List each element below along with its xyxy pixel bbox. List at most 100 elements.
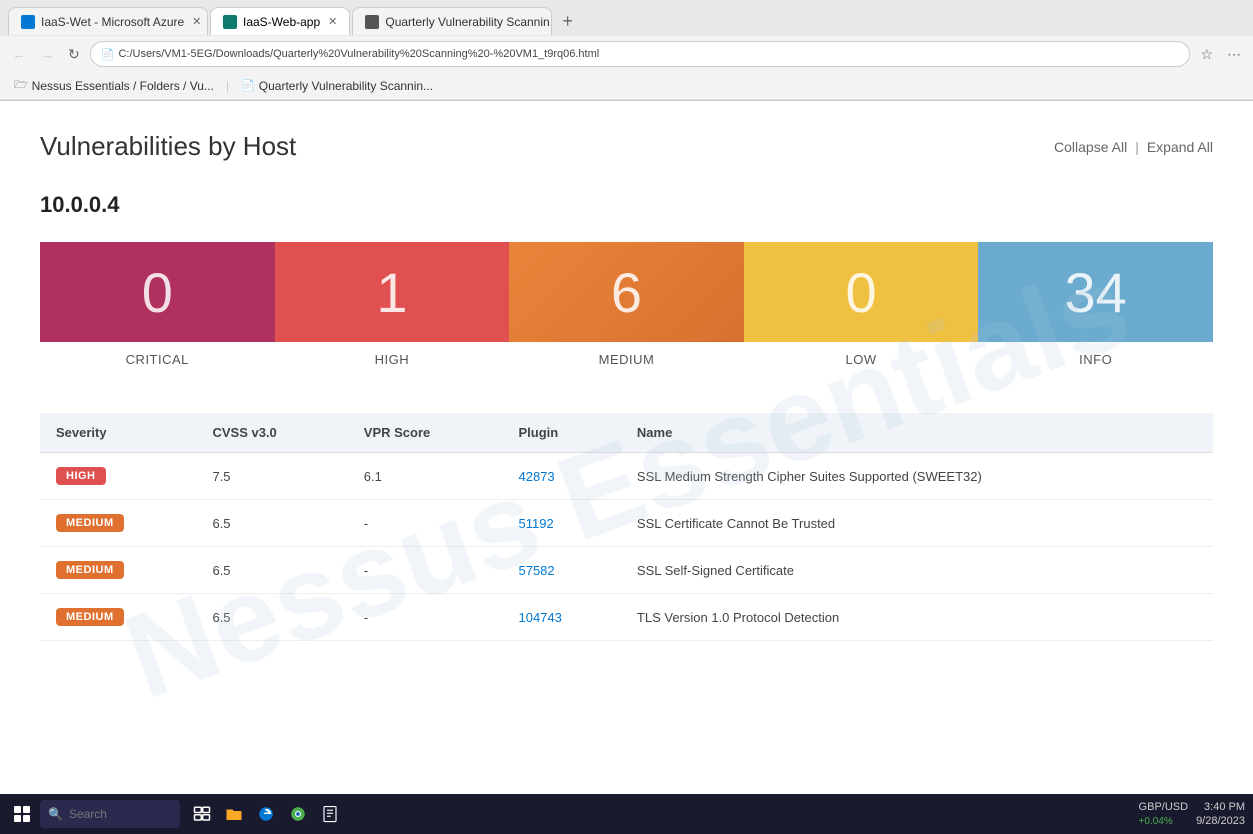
high-label: HIGH — [375, 342, 410, 377]
tab-label-webapp: IaaS-Web-app — [243, 15, 320, 29]
url-text: C:/Users/VM1-5EG/Downloads/Quarterly%20V… — [118, 48, 599, 60]
tab-label-azure: IaaS-Wet - Microsoft Azure — [41, 15, 184, 29]
cell-severity-3: MEDIUM — [40, 594, 196, 641]
cell-name-3: TLS Version 1.0 Protocol Detection — [621, 594, 1213, 641]
taskbar-time: 3:40 PM — [1204, 800, 1245, 814]
lock-icon: 📄 — [101, 48, 115, 61]
card-info: 34 INFO — [978, 242, 1213, 377]
address-bar: ← → ↻ 📄 C:/Users/VM1-5EG/Downloads/Quart… — [0, 36, 1253, 72]
cell-plugin-0[interactable]: 42873 — [502, 453, 620, 500]
bookmark-label-quarterly: Quarterly Vulnerability Scannin... — [259, 79, 433, 93]
taskbar-tray: GBP/USD +0.04% 3:40 PM 9/28/2023 — [1139, 800, 1245, 829]
bookmark-label-nessus: Nessus Essentials / Folders / Vu... — [32, 79, 214, 93]
plugin-link-1[interactable]: 51192 — [518, 516, 553, 531]
table-header-row: Severity CVSS v3.0 VPR Score Plugin Name — [40, 413, 1213, 453]
bookmark-separator: | — [226, 79, 229, 93]
cell-cvss-3: 6.5 — [196, 594, 347, 641]
tab-azure[interactable]: IaaS-Wet - Microsoft Azure ✕ — [8, 7, 208, 35]
plugin-link-3[interactable]: 104743 — [518, 610, 561, 625]
col-cvss: CVSS v3.0 — [196, 413, 347, 453]
cell-vpr-0: 6.1 — [348, 453, 503, 500]
plugin-link-0[interactable]: 42873 — [518, 469, 554, 484]
critical-label: CRITICAL — [126, 342, 189, 377]
webapp-icon — [223, 15, 237, 29]
cell-severity-0: HIGH — [40, 453, 196, 500]
forward-button[interactable]: → — [36, 44, 58, 64]
tab-close-azure[interactable]: ✕ — [192, 15, 201, 28]
back-button[interactable]: ← — [8, 44, 30, 64]
tab-web-app[interactable]: IaaS-Web-app ✕ — [210, 7, 350, 35]
expand-all-link[interactable]: Expand All — [1147, 139, 1213, 155]
severity-badge-3: MEDIUM — [56, 608, 124, 626]
chrome-icon[interactable] — [284, 800, 312, 828]
tab-label-vuln: Quarterly Vulnerability Scannin... — [385, 15, 552, 29]
cell-plugin-1[interactable]: 51192 — [502, 500, 620, 547]
vuln-table: Severity CVSS v3.0 VPR Score Plugin Name… — [40, 413, 1213, 641]
card-low: 0 LOW — [744, 242, 979, 377]
url-bar[interactable]: 📄 C:/Users/VM1-5EG/Downloads/Quarterly%2… — [90, 41, 1191, 67]
card-info-block: 34 — [978, 242, 1213, 342]
low-label: LOW — [846, 342, 877, 377]
currency-info: GBP/USD +0.04% — [1139, 800, 1189, 827]
info-label: INFO — [1079, 342, 1112, 377]
col-plugin: Plugin — [502, 413, 620, 453]
cell-cvss-1: 6.5 — [196, 500, 347, 547]
cell-name-2: SSL Self-Signed Certificate — [621, 547, 1213, 594]
bookmark-icon-quarterly: 📄 — [241, 79, 255, 92]
taskview-icon[interactable] — [188, 800, 216, 828]
browser-chrome: IaaS-Wet - Microsoft Azure ✕ IaaS-Web-ap… — [0, 0, 1253, 101]
cell-plugin-3[interactable]: 104743 — [502, 594, 620, 641]
cell-plugin-2[interactable]: 57582 — [502, 547, 620, 594]
azure-icon — [21, 15, 35, 29]
medium-count: 6 — [611, 260, 642, 325]
table-row: MEDIUM 6.5 - 57582 SSL Self-Signed Certi… — [40, 547, 1213, 594]
bookmark-quarterly[interactable]: 📄 Quarterly Vulnerability Scannin... — [235, 77, 439, 95]
taskbar-search[interactable]: 🔍 — [40, 800, 180, 828]
cell-name-0: SSL Medium Strength Cipher Suites Suppor… — [621, 453, 1213, 500]
cell-cvss-2: 6.5 — [196, 547, 347, 594]
card-high-block: 1 — [275, 242, 510, 342]
currency-value: +0.04% — [1139, 815, 1173, 828]
header-actions: Collapse All | Expand All — [1054, 139, 1213, 155]
bookmark-nessus[interactable]: 🗁 Nessus Essentials / Folders / Vu... — [8, 74, 220, 97]
severity-badge-0: HIGH — [56, 467, 106, 485]
tab-vuln-scan[interactable]: Quarterly Vulnerability Scannin... ✕ — [352, 7, 552, 35]
notepad-icon[interactable] — [316, 800, 344, 828]
tab-close-webapp[interactable]: ✕ — [328, 15, 337, 28]
edge-icon[interactable] — [252, 800, 280, 828]
taskbar: 🔍 GBP/USD +0.04% 3:40 PM 9/28/2023 — [0, 794, 1253, 834]
col-severity: Severity — [40, 413, 196, 453]
medium-label: MEDIUM — [599, 342, 655, 377]
cell-severity-1: MEDIUM — [40, 500, 196, 547]
severity-cards: 0 CRITICAL 1 HIGH 6 MEDIUM 0 LOW 34 — [40, 242, 1213, 377]
tab-bar: IaaS-Wet - Microsoft Azure ✕ IaaS-Web-ap… — [0, 0, 1253, 36]
refresh-button[interactable]: ↻ — [64, 44, 84, 65]
collapse-all-link[interactable]: Collapse All — [1054, 139, 1127, 155]
cell-vpr-1: - — [348, 500, 503, 547]
settings-button[interactable]: ⋯ — [1223, 44, 1245, 65]
plugin-link-2[interactable]: 57582 — [518, 563, 554, 578]
search-icon: 🔍 — [48, 807, 63, 821]
table-row: MEDIUM 6.5 - 104743 TLS Version 1.0 Prot… — [40, 594, 1213, 641]
card-critical-block: 0 — [40, 242, 275, 342]
col-vpr: VPR Score — [348, 413, 503, 453]
critical-count: 0 — [142, 260, 173, 325]
taskbar-search-input[interactable] — [69, 807, 159, 821]
cell-vpr-3: - — [348, 594, 503, 641]
start-button[interactable] — [8, 800, 36, 828]
table-row: MEDIUM 6.5 - 51192 SSL Certificate Canno… — [40, 500, 1213, 547]
file-explorer-icon[interactable] — [220, 800, 248, 828]
cell-vpr-2: - — [348, 547, 503, 594]
new-tab-button[interactable]: + — [554, 11, 581, 32]
high-count: 1 — [376, 260, 407, 325]
cell-cvss-0: 7.5 — [196, 453, 347, 500]
favorites-button[interactable]: ☆ — [1196, 44, 1217, 65]
time-date: 3:40 PM 9/28/2023 — [1196, 800, 1245, 829]
card-critical: 0 CRITICAL — [40, 242, 275, 377]
taskbar-icons — [188, 800, 344, 828]
host-ip: 10.0.0.4 — [40, 192, 1213, 218]
cell-name-1: SSL Certificate Cannot Be Trusted — [621, 500, 1213, 547]
header-separator: | — [1135, 139, 1139, 155]
bookmarks-bar: 🗁 Nessus Essentials / Folders / Vu... | … — [0, 72, 1253, 100]
severity-badge-1: MEDIUM — [56, 514, 124, 532]
